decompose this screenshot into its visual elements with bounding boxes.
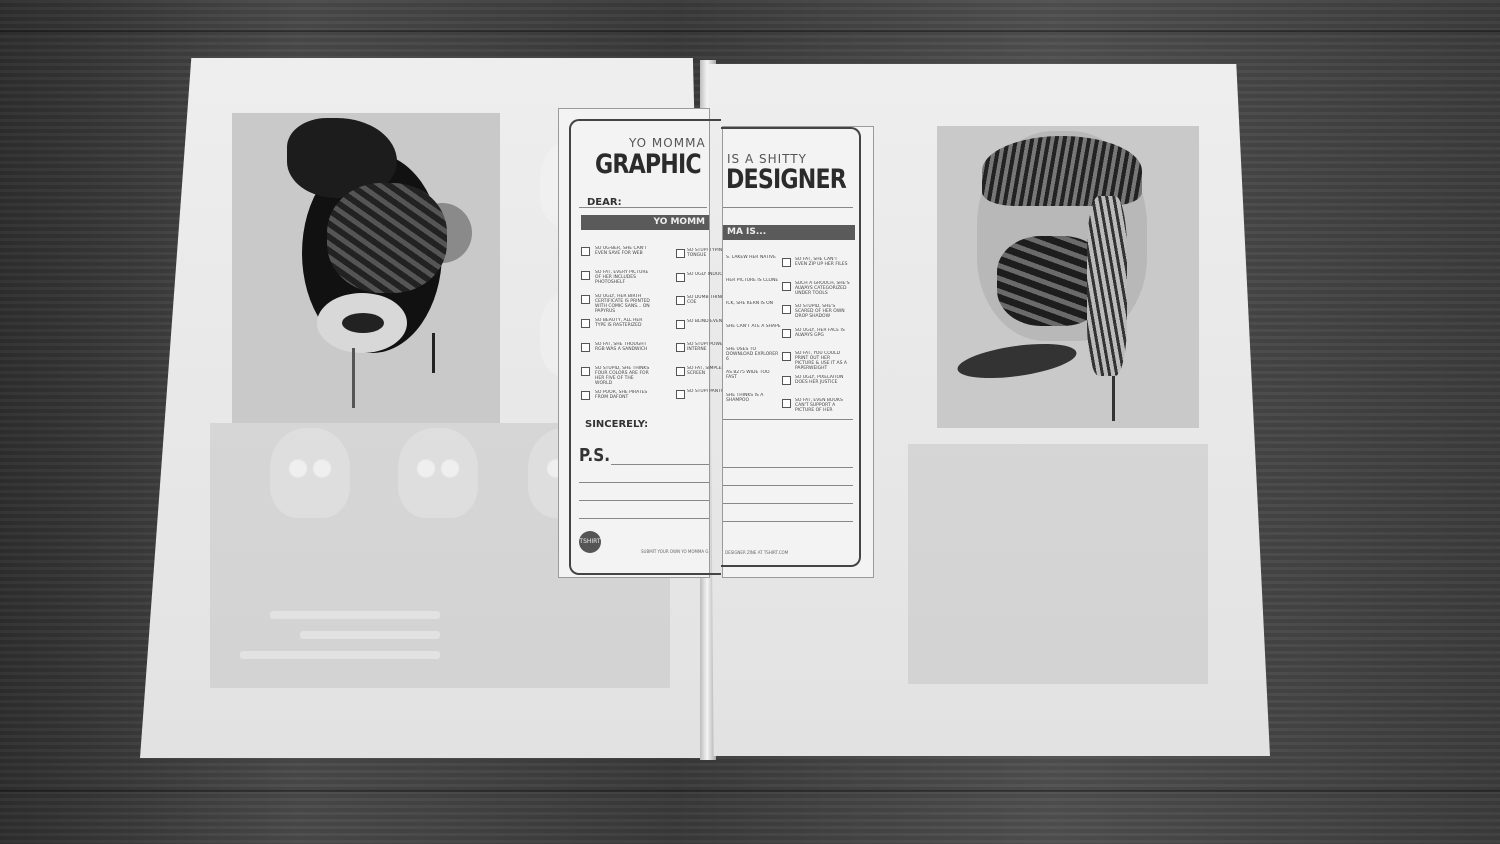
divider [723, 207, 853, 208]
checkbox[interactable] [676, 390, 685, 399]
divider [579, 207, 707, 208]
masked-face-artwork-left [232, 113, 500, 423]
checkbox[interactable] [782, 281, 791, 291]
checklist-item-text: SO FAT, EVEN BOOKS CAN'T SUPPORT A PICTU… [795, 398, 843, 413]
ink-drip [432, 333, 435, 373]
faded-trooper-art [398, 428, 478, 518]
ink-shape [982, 136, 1142, 206]
footer-left: SUBMIT YOUR OWN YO MOMMA G [641, 549, 709, 554]
checklist-item-text: SHE THINKS IS A SHAMPOO [726, 393, 764, 403]
checkbox[interactable] [782, 352, 791, 361]
masked-face-artwork-right [937, 126, 1199, 428]
checkbox[interactable] [676, 319, 685, 329]
table-seam [0, 790, 1500, 792]
faded-text-line [270, 611, 440, 619]
checklist-item-text: SO FAT, EVERY PICTURE OF HER INCLUDES PH… [595, 270, 649, 285]
checklist-item-text: SO FAT, YOU COULD PRINT OUT HER PICTURE … [795, 351, 847, 371]
checklist-item-text: HER PICTURE IS CLONE [726, 278, 779, 283]
ps-line [611, 464, 709, 465]
footer-right: DESIGNER ZINE AT TSHIRT.COM [725, 550, 789, 555]
checklist-item-text: SO STUPID, SHE'S SCARED OF HER OWN DROP … [795, 304, 845, 319]
checklist-item-text: SO POOR, SHE PIRATES FROM DAFONT [595, 390, 648, 400]
ps-line [579, 482, 709, 483]
checklist-item-text: SUCH A GROUCH, SHE'S ALWAYS CATEGORIZED … [795, 280, 850, 296]
yo-momma-form-right-half: IS A SHITTY DESIGNER MA IS... S. LAKEW H… [721, 126, 874, 578]
ink-shape [1087, 196, 1127, 376]
ink-drip [1112, 376, 1115, 421]
form-subtitle-left: YO MOMMA [629, 136, 706, 150]
ink-shape [327, 183, 447, 293]
checklist-item-text: SHE USES TO DOWNLOAD EXPLORER 6 [726, 347, 779, 362]
checklist-item-text: ICK, SHE KERN IS ON [726, 301, 774, 306]
checkbox[interactable] [676, 366, 685, 376]
ink-drip [352, 348, 355, 408]
yo-momma-form-left-half: YO MOMMA GRAPHIC DEAR: YO MOMM SO UG-BER… [558, 108, 737, 578]
checkbox[interactable] [581, 319, 590, 328]
tshirt-logo: TSHIRT [579, 531, 601, 553]
checklist-item-text: SO FAT, SHE THOUGHT RGB WAS A SANDWICH [595, 342, 648, 352]
checkbox[interactable] [581, 343, 590, 352]
ink-shape [955, 337, 1079, 385]
checklist-item-text: SO STUPID, SHE THINKS FOUR COLORS ARE FO… [595, 366, 650, 386]
ps-line [579, 500, 709, 501]
checkbox[interactable] [782, 375, 791, 385]
checkbox[interactable] [782, 399, 791, 408]
checklist-item-text: SO UGLY, HER BIRTH CERTIFICATE IS PRINTE… [595, 294, 650, 314]
ps-line [723, 521, 853, 522]
ink-shape [342, 313, 384, 333]
checklist-item-text: AS 8275 WIDE TOO FAST [726, 370, 770, 380]
sincerely-label: SINCERELY: [585, 419, 649, 430]
ps-line [723, 503, 853, 504]
checkbox[interactable] [581, 295, 590, 304]
checkbox[interactable] [676, 343, 685, 352]
checkbox[interactable] [782, 258, 791, 267]
checklist-item-text: S. LAKEW HER NATIVE [726, 255, 776, 260]
form-title-left: GRAPHIC [595, 149, 702, 180]
checkbox[interactable] [676, 249, 685, 258]
sincerely-line [723, 419, 853, 420]
checkbox[interactable] [581, 391, 590, 400]
checkbox[interactable] [676, 272, 685, 282]
ps-label: P.S. [579, 445, 611, 466]
ps-line [579, 518, 709, 519]
checklist-item-text: SO FAT, SHE CAN'T EVEN ZIP UP HER FILES [795, 257, 848, 267]
faded-text-line [240, 651, 440, 659]
faded-text-line [300, 631, 440, 639]
ps-line [723, 485, 853, 486]
table-seam [0, 30, 1500, 32]
form-bar-right: MA IS... [723, 225, 855, 240]
checkbox[interactable] [581, 271, 590, 280]
faded-trooper-art [270, 428, 350, 518]
form-bar-left: YO MOMM [581, 215, 709, 230]
checkbox[interactable] [581, 247, 590, 256]
checklist-item-text: SO UG-BER, SHE CAN'T EVEN SAVE FOR WEB [595, 246, 648, 256]
checklist-item-text: SO UGLY, HER FACE IS ALWAYS GPG [795, 327, 845, 338]
checklist-item-text: SHE CAN'T ATE A SHAPE [726, 324, 781, 329]
checkbox[interactable] [581, 367, 590, 376]
checkbox[interactable] [676, 296, 685, 305]
checkbox[interactable] [782, 305, 791, 314]
form-title-right: DESIGNER [726, 164, 847, 195]
faded-print-area [908, 444, 1208, 684]
ps-line [723, 467, 853, 468]
checklist-item-text: SO UGLY, PIXELATION DOES HER JUSTICE [795, 374, 844, 385]
checklist-item-text: SO BEAUTY, ALL HER TYPE IS RASTERIZED [595, 318, 643, 328]
checkbox[interactable] [782, 328, 791, 338]
